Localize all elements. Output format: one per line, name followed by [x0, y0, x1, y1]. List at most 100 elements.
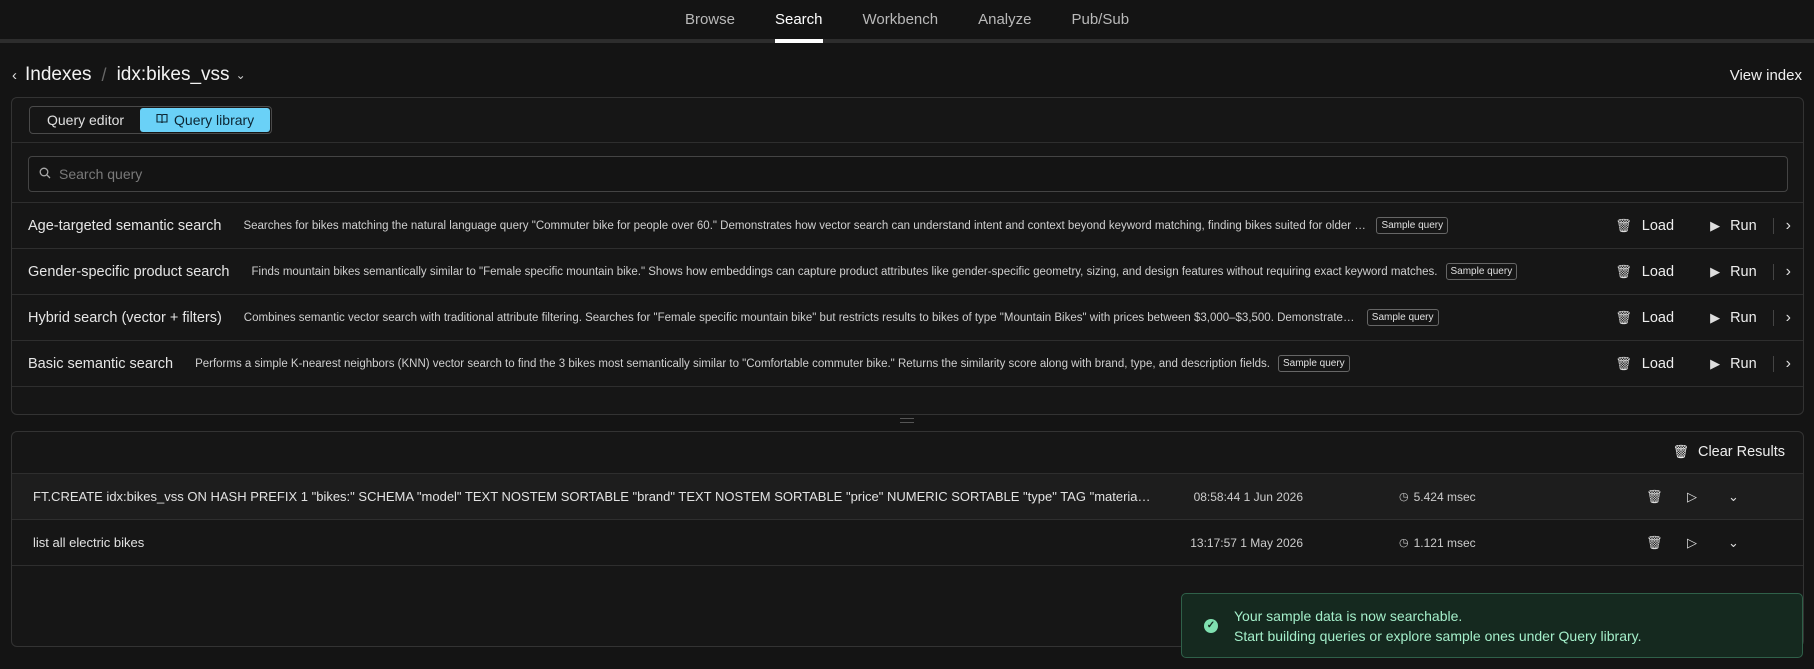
tab-browse[interactable]: Browse [685, 11, 735, 39]
book-icon [156, 113, 168, 127]
chevron-right-icon[interactable]: › [1786, 309, 1791, 327]
toast-title: Your sample data is now searchable. [1234, 607, 1463, 624]
query-description: Finds mountain bikes semantically simila… [251, 265, 1438, 278]
divider [1772, 217, 1774, 234]
query-row[interactable]: Age-targeted semantic search Searches fo… [12, 202, 1803, 248]
run-label: Run [1730, 355, 1757, 372]
sample-query-badge: Sample query [1445, 263, 1518, 280]
query-library-panel: Query editor Query library Age-targeted … [11, 97, 1804, 415]
load-button[interactable]: 🗑︎ Load [1615, 356, 1674, 372]
chevron-right-icon[interactable]: › [1786, 217, 1791, 235]
run-button[interactable]: ▶ Run [1710, 218, 1757, 234]
divider [1772, 309, 1774, 326]
load-button[interactable]: 🗑︎ Load [1615, 310, 1674, 326]
query-actions: 🗑︎ Load ▶ Run › [1605, 309, 1791, 327]
check-circle-icon: ✓ [1204, 618, 1218, 633]
query-actions: 🗑︎ Load ▶ Run › [1605, 355, 1791, 373]
divider [1772, 263, 1774, 280]
play-icon[interactable]: ▷ [1687, 489, 1697, 505]
trash-icon: 🗑︎ [1615, 217, 1632, 233]
query-row[interactable]: Gender-specific product search Finds mou… [12, 248, 1803, 294]
run-label: Run [1730, 217, 1757, 234]
run-button[interactable]: ▶ Run [1710, 264, 1757, 280]
sample-query-badge: Sample query [1277, 355, 1350, 372]
trash-icon: 🗑︎ [1615, 263, 1632, 279]
clock-icon: ◷ [1399, 537, 1409, 549]
trash-icon[interactable]: 🗑︎ [1646, 535, 1663, 551]
clear-results-button[interactable]: 🗑︎ Clear Results [1672, 444, 1785, 460]
tab-analyze[interactable]: Analyze [978, 11, 1031, 39]
index-selector[interactable]: idx:bikes_vss ⌄ [117, 64, 246, 86]
query-actions: 🗑︎ Load ▶ Run › [1605, 217, 1791, 235]
search-icon [39, 166, 51, 182]
load-button[interactable]: 🗑︎ Load [1615, 264, 1674, 280]
divider [12, 565, 1803, 566]
query-library-label: Query library [174, 112, 255, 128]
chevron-down-icon: ⌄ [235, 68, 246, 82]
query-description: Searches for bikes matching the natural … [243, 219, 1368, 232]
query-library-button[interactable]: Query library [140, 108, 271, 132]
query-title: Basic semantic search [28, 355, 174, 372]
history-duration: ◷ 5.424 msec [1399, 490, 1476, 504]
query-description: Combines semantic vector search with tra… [243, 311, 1359, 324]
chevron-right-icon[interactable]: › [1786, 355, 1791, 373]
play-icon[interactable]: ▷ [1687, 535, 1697, 551]
query-title: Age-targeted semantic search [28, 217, 222, 234]
history-timestamp: 13:17:57 1 May 2026 [1190, 535, 1303, 550]
divider [1772, 355, 1774, 372]
chevron-down-icon[interactable]: ⌄ [1728, 489, 1739, 505]
history-row[interactable]: FT.CREATE idx:bikes_vss ON HASH PREFIX 1… [12, 473, 1803, 519]
query-editor-button[interactable]: Query editor [31, 108, 140, 132]
sample-query-badge: Sample query [1376, 217, 1449, 234]
breadcrumb-separator: / [101, 64, 107, 85]
divider [12, 386, 1803, 387]
play-icon: ▶ [1710, 263, 1721, 279]
history-row[interactable]: list all electric bikes 13:17:57 1 May 2… [12, 519, 1803, 565]
load-button[interactable]: 🗑︎ Load [1615, 218, 1674, 234]
breadcrumb: ‹ Indexes / idx:bikes_vss ⌄ View index [12, 60, 1802, 90]
trash-icon: 🗑︎ [1615, 309, 1632, 325]
sample-query-badge: Sample query [1366, 309, 1439, 326]
tab-pubsub[interactable]: Pub/Sub [1071, 11, 1129, 39]
run-label: Run [1730, 263, 1757, 280]
run-label: Run [1730, 309, 1757, 326]
toast-content: Your sample data is now searchable. Star… [1234, 608, 1642, 644]
query-editor-label: Query editor [47, 112, 125, 128]
history-timestamp: 08:58:44 1 Jun 2026 [1193, 489, 1303, 504]
query-actions: 🗑︎ Load ▶ Run › [1605, 263, 1791, 281]
clear-results-label: Clear Results [1697, 444, 1785, 460]
query-title: Gender-specific product search [28, 263, 230, 280]
duration-value: 5.424 msec [1413, 489, 1476, 504]
duration-value: 1.121 msec [1413, 535, 1476, 550]
chevron-right-icon[interactable]: › [1786, 263, 1791, 281]
run-button[interactable]: ▶ Run [1710, 310, 1757, 326]
back-chevron-icon[interactable]: ‹ [12, 67, 17, 84]
editor-library-toggle: Query editor Query library [29, 106, 273, 134]
load-label: Load [1641, 217, 1675, 234]
run-button[interactable]: ▶ Run [1710, 356, 1757, 372]
top-nav: Browse Search Workbench Analyze Pub/Sub [0, 0, 1814, 43]
tab-workbench[interactable]: Workbench [863, 11, 939, 39]
query-title: Hybrid search (vector + filters) [28, 309, 222, 326]
resize-handle[interactable] [900, 418, 914, 423]
chevron-down-icon[interactable]: ⌄ [1728, 535, 1739, 551]
success-toast: ✓ Your sample data is now searchable. St… [1181, 593, 1803, 658]
divider [12, 142, 1803, 143]
query-row[interactable]: Hybrid search (vector + filters) Combine… [12, 294, 1803, 340]
trash-icon[interactable]: 🗑︎ [1646, 489, 1663, 505]
trash-icon: 🗑︎ [1615, 355, 1632, 371]
search-query-box [28, 156, 1788, 192]
history-command: FT.CREATE idx:bikes_vss ON HASH PREFIX 1… [33, 489, 1153, 504]
toast-message: Start building queries or explore sample… [1234, 627, 1642, 644]
query-description: Performs a simple K-nearest neighbors (K… [195, 357, 1270, 370]
search-query-input[interactable] [59, 166, 1787, 182]
load-label: Load [1641, 263, 1675, 280]
trash-icon: 🗑︎ [1672, 444, 1689, 459]
query-row[interactable]: Basic semantic search Performs a simple … [12, 340, 1803, 386]
breadcrumb-indexes[interactable]: Indexes [25, 64, 92, 86]
tab-search[interactable]: Search [774, 11, 823, 43]
play-icon: ▶ [1710, 217, 1721, 233]
play-icon: ▶ [1710, 309, 1721, 325]
play-icon: ▶ [1710, 355, 1721, 371]
view-index-button[interactable]: View index [1730, 67, 1802, 84]
